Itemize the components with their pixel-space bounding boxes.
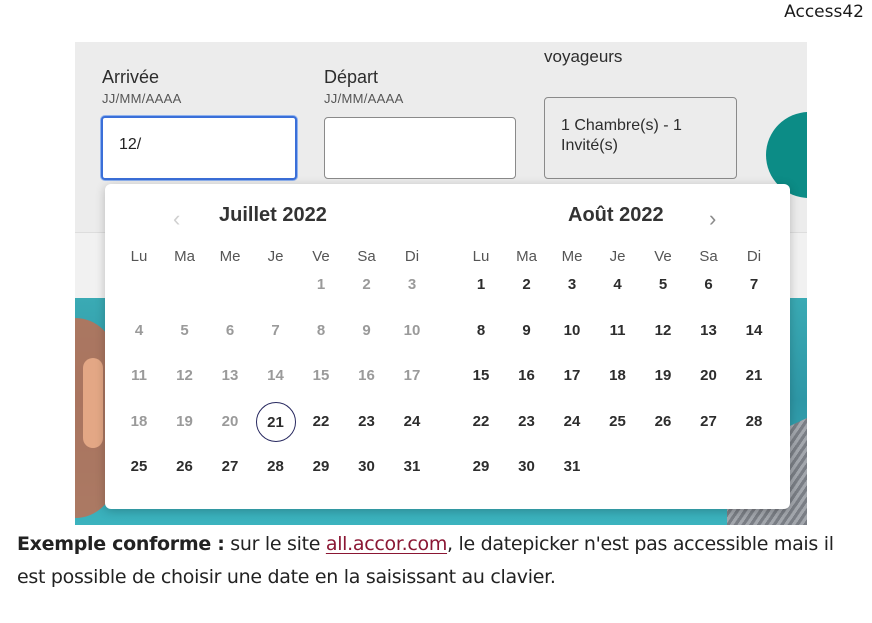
calendar-day[interactable]: 31	[392, 447, 432, 487]
weekday-header: Sa	[357, 248, 376, 265]
calendar-day[interactable]: 3	[552, 265, 592, 305]
calendar-day: 16	[358, 367, 375, 384]
arrival-format-hint: JJ/MM/AAAA	[102, 91, 182, 106]
calendar-day[interactable]: 15	[461, 356, 501, 396]
calendar-day[interactable]: 28	[256, 447, 296, 487]
photo-detail	[83, 358, 103, 448]
weekday-header: Sa	[699, 248, 718, 265]
calendar-day[interactable]: 31	[552, 447, 592, 487]
brand-label: Access42	[784, 2, 864, 22]
departure-date-input[interactable]	[324, 117, 516, 179]
calendar-day[interactable]: 5	[643, 265, 683, 305]
calendar-day[interactable]: 18	[598, 356, 638, 396]
month-title-august: Août 2022	[568, 204, 664, 226]
calendar-day: 8	[316, 321, 326, 339]
calendar-day[interactable]: 30	[347, 447, 387, 487]
weekday-header: Di	[746, 248, 762, 265]
calendar-day[interactable]: 6	[689, 265, 729, 305]
calendar-day[interactable]: 23	[347, 402, 387, 442]
weekday-header: Ve	[654, 248, 672, 265]
calendar-day[interactable]: 24	[552, 402, 592, 442]
calendar-day[interactable]: 19	[643, 356, 683, 396]
calendar-day[interactable]: 7	[734, 265, 774, 305]
calendar-day[interactable]: 25	[119, 447, 159, 487]
calendar-day[interactable]: 26	[643, 402, 683, 442]
weekday-header: Ve	[312, 248, 330, 265]
datepicker-popup: ‹ Juillet 2022 Août 2022 › Lu Ma Me Je Ve Sa D…	[105, 184, 790, 509]
calendar-day[interactable]: 25	[598, 402, 638, 442]
weekday-header: Di	[404, 248, 420, 265]
calendar-day: 9	[362, 321, 371, 339]
travelers-select[interactable]: 1 Chambre(s) - 1 Invité(s)	[544, 97, 737, 179]
arrival-date-input[interactable]: 12/	[101, 116, 297, 180]
calendar-day: 10	[403, 321, 421, 339]
weekday-header: Je	[609, 248, 626, 265]
calendar-day[interactable]: 4	[598, 265, 638, 305]
calendar-day[interactable]: 11	[598, 311, 638, 351]
calendar-day: 20	[221, 412, 239, 430]
calendar-day[interactable]: 22	[301, 402, 341, 442]
calendar-day[interactable]: 1	[461, 265, 501, 305]
calendar-day[interactable]: 21	[255, 401, 296, 442]
calendar-day[interactable]: 30	[507, 447, 547, 487]
calendar-day[interactable]: 8	[461, 311, 501, 351]
calendar-day[interactable]: 24	[392, 402, 432, 442]
arrival-label: Arrivée	[102, 67, 160, 87]
calendar-day[interactable]: 29	[461, 447, 501, 487]
departure-label: Départ	[324, 67, 379, 87]
caption-link[interactable]: all.accor.com	[326, 533, 447, 555]
calendar-day: 18	[130, 412, 148, 430]
calendar-day: 7	[271, 321, 280, 339]
calendar-day[interactable]: 21	[734, 356, 774, 396]
weekday-header: Me	[219, 248, 241, 265]
month-title-july: Juillet 2022	[219, 204, 327, 226]
prev-month-icon[interactable]: ‹	[173, 206, 180, 232]
weekday-header: Ma	[516, 248, 537, 265]
departure-format-hint: JJ/MM/AAAA	[324, 91, 404, 106]
calendar-day: 11	[131, 367, 147, 384]
screenshot-area: Arrivée JJ/MM/AAAA 12/ Départ JJ/MM/AAAA…	[75, 42, 807, 525]
weekday-header: Ma	[174, 248, 195, 265]
next-month-icon[interactable]: ›	[709, 206, 716, 232]
calendar-day: 3	[407, 276, 417, 293]
calendar-day: 14	[267, 367, 284, 384]
calendar-day: 1	[316, 276, 326, 293]
caption-text: sur le site	[224, 533, 326, 555]
calendar-day[interactable]: 14	[734, 311, 774, 351]
calendar-day[interactable]: 27	[689, 402, 729, 442]
calendar-day[interactable]: 2	[507, 265, 547, 305]
calendar-day: 6	[225, 321, 235, 339]
calendar-day[interactable]: 27	[210, 447, 250, 487]
calendar-day[interactable]: 26	[165, 447, 205, 487]
weekday-header: Me	[561, 248, 583, 265]
calendar-day[interactable]: 17	[552, 356, 592, 396]
calendar-day[interactable]: 16	[507, 356, 547, 396]
calendar-day: 2	[362, 276, 371, 293]
calendar-day: 19	[176, 412, 193, 430]
calendar-day: 15	[312, 367, 330, 384]
calendar-day[interactable]: 20	[689, 356, 729, 396]
calendar-day: 17	[403, 367, 421, 384]
calendar-day[interactable]: 13	[689, 311, 729, 351]
caption-bold: Exemple conforme :	[17, 533, 225, 555]
weekday-header: Lu	[130, 248, 148, 265]
travelers-label: voyageurs	[544, 47, 623, 66]
calendar-day[interactable]: 23	[507, 402, 547, 442]
calendar-day[interactable]: 9	[507, 311, 547, 351]
arrival-date-value: 12/	[119, 136, 142, 153]
calendar-day[interactable]: 22	[461, 402, 501, 442]
caption: Exemple conforme : sur le site all.accor…	[17, 528, 867, 594]
calendar-day: 13	[221, 367, 239, 384]
calendar-day: 4	[134, 321, 144, 339]
calendar-day[interactable]: 28	[734, 402, 774, 442]
calendar-day[interactable]: 10	[552, 311, 592, 351]
calendar-day[interactable]: 29	[301, 447, 341, 487]
calendar-day[interactable]: 12	[643, 311, 683, 351]
calendar-day: 12	[176, 367, 193, 384]
weekday-header: Lu	[472, 248, 490, 265]
weekday-header: Je	[267, 248, 284, 265]
calendar-day: 5	[180, 321, 189, 339]
